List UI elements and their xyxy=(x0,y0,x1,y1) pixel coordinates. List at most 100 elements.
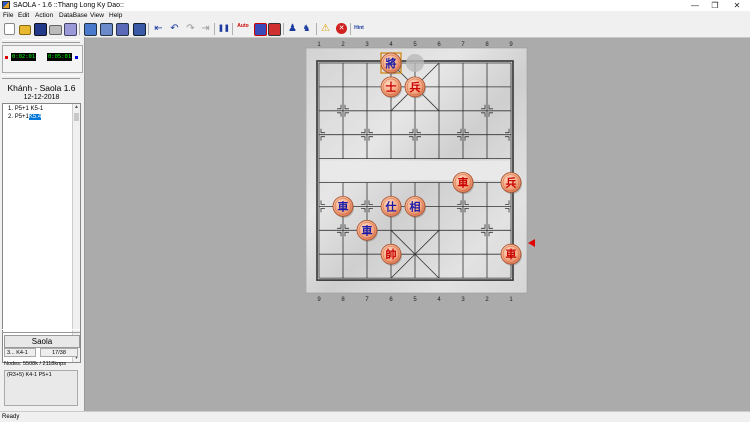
game-title: Khánh - Saola 1.6 xyxy=(7,83,76,93)
flip-board-icon[interactable] xyxy=(84,23,97,36)
last-move-icon[interactable]: ⇥ xyxy=(200,23,211,34)
red-clock-marker xyxy=(5,56,8,59)
file-label-top: 8 xyxy=(485,42,489,48)
menu-database[interactable]: DataBase xyxy=(59,11,88,21)
menu-action[interactable]: Action xyxy=(35,11,53,21)
toolbar-separator xyxy=(214,23,215,35)
first-move-icon[interactable]: ⇤ xyxy=(153,23,164,34)
stop-icon[interactable]: ✕ xyxy=(336,23,347,34)
black-move[interactable]: K5-1 xyxy=(31,106,44,112)
last-move-ghost xyxy=(406,54,424,72)
engine-progress: 17/38 xyxy=(40,348,78,357)
file-label-top: 3 xyxy=(365,42,369,48)
window-title: SAOLA - 1.6 ::Thang Long Ky Dao:: xyxy=(13,2,124,9)
engine-move-box: 3... K4-1 xyxy=(4,348,36,357)
river xyxy=(320,160,510,181)
piece-label: 車 xyxy=(458,176,469,190)
move-number: 1. xyxy=(8,106,14,112)
settings-icon[interactable] xyxy=(64,23,77,36)
engine-current-move: K4-1 xyxy=(16,350,28,356)
scroll-up-icon[interactable]: ▲ xyxy=(73,104,80,111)
hint-button[interactable]: Hint xyxy=(352,23,366,34)
red-move[interactable]: P5+1 xyxy=(15,114,29,120)
menu-file[interactable]: File xyxy=(3,11,13,21)
file-label-bottom: 9 xyxy=(317,297,321,303)
piece-label: 車 xyxy=(506,247,517,261)
file-label-bottom: 2 xyxy=(485,297,489,303)
print-icon[interactable] xyxy=(49,25,62,35)
piece-label: 兵 xyxy=(506,176,517,190)
selected-black-move[interactable]: K5.4 xyxy=(28,114,42,120)
piece-label: 兵 xyxy=(410,80,421,94)
monitor-icon[interactable] xyxy=(133,23,146,36)
toolbar-separator xyxy=(283,23,284,35)
toolbar: ⇤ ↶ ↷ ⇥ ❚❚ Auto ♟ ♞ ⚠ ✕ Hint xyxy=(0,21,750,38)
engine-name: Saola xyxy=(4,335,80,348)
search-icon[interactable] xyxy=(100,23,113,36)
auto-play-button[interactable]: Auto xyxy=(236,23,250,34)
scroll-thumb[interactable] xyxy=(74,113,79,121)
toolbar-separator xyxy=(350,23,351,35)
maximize-button[interactable]: ❐ xyxy=(704,0,726,11)
piece-label: 相 xyxy=(410,199,421,213)
warning-icon[interactable]: ⚠ xyxy=(320,23,331,34)
side-to-move-indicator xyxy=(528,239,535,247)
pause-icon[interactable]: ❚❚ xyxy=(218,23,230,34)
game-date: 12-12-2018 xyxy=(23,94,60,101)
toolbar-separator xyxy=(79,23,80,35)
file-label-bottom: 7 xyxy=(365,297,369,303)
file-label-bottom: 1 xyxy=(509,297,513,303)
engine-nodes: Nodes: 5508k / 2118knps xyxy=(4,361,66,367)
undo-icon[interactable]: ↶ xyxy=(169,23,180,34)
panel-grip[interactable] xyxy=(2,39,80,43)
file-label-top: 7 xyxy=(461,42,465,48)
move-row[interactable]: 2. P5+1K5.4 xyxy=(8,113,42,121)
black-clock: 0:05:01 xyxy=(47,53,73,61)
toolbar-separator xyxy=(316,23,317,35)
piece-label: 士 xyxy=(386,80,397,94)
open-folder-icon[interactable] xyxy=(19,25,31,35)
new-file-icon[interactable] xyxy=(4,23,15,35)
minimize-button[interactable]: — xyxy=(684,0,706,11)
person-icon[interactable]: ♟ xyxy=(287,23,298,34)
status-bar: Ready xyxy=(0,411,750,422)
panel-grip[interactable] xyxy=(2,75,80,79)
red-clock: 0:02:01 xyxy=(11,53,37,61)
engine-icon[interactable] xyxy=(254,23,267,36)
move-row[interactable]: 1. P5+1 K5-1 xyxy=(8,105,43,113)
moves-list[interactable]: 1. P5+1 K5-1 2. P5+1K5.4 ▲ ▼ xyxy=(2,103,81,363)
status-text: Ready xyxy=(2,414,20,420)
title-bar: SAOLA - 1.6 ::Thang Long Ky Dao:: — ❐ ✕ xyxy=(0,0,750,11)
file-label-top: 9 xyxy=(509,42,513,48)
redo-icon[interactable]: ↷ xyxy=(185,23,196,34)
menu-edit[interactable]: Edit xyxy=(18,11,29,21)
piece-label: 車 xyxy=(338,199,349,213)
engine-move-number: 3... xyxy=(7,350,15,356)
panel-grip[interactable] xyxy=(2,329,80,333)
engine-pv: (R3+5) K4-1 P5+1 xyxy=(4,370,78,406)
menu-help[interactable]: Help xyxy=(109,11,122,21)
left-panel: 0:02:01 0:05:01 Khánh - Saola 1.6 12-12-… xyxy=(0,37,85,411)
move-number: 2. xyxy=(8,114,14,120)
close-window-button[interactable]: ✕ xyxy=(726,0,748,11)
red-move[interactable]: P5+1 xyxy=(15,106,29,112)
xiangqi-board[interactable]: 1 2 3 4 5 6 7 8 99 8 7 6 5 4 3 2 1 將士 兵車 兵車仕相車帥車 xyxy=(306,37,538,309)
file-label-bottom: 3 xyxy=(461,297,465,303)
copy-icon[interactable] xyxy=(116,23,129,36)
file-label-top: 5 xyxy=(413,42,417,48)
toolbar-separator xyxy=(232,23,233,35)
toolbar-separator xyxy=(148,23,149,35)
save-icon[interactable] xyxy=(34,23,47,36)
file-label-top: 6 xyxy=(437,42,441,48)
computer-icon[interactable]: ♞ xyxy=(301,23,312,34)
menu-bar: File Edit Action DataBase View Help xyxy=(0,11,750,21)
book-icon[interactable] xyxy=(268,23,281,36)
file-label-top: 4 xyxy=(389,42,393,48)
menu-view[interactable]: View xyxy=(90,11,104,21)
black-clock-marker xyxy=(75,56,78,59)
file-label-bottom: 6 xyxy=(389,297,393,303)
app-icon xyxy=(2,1,10,9)
piece-label: 仕 xyxy=(385,199,397,213)
moves-scrollbar[interactable]: ▲ ▼ xyxy=(72,104,80,362)
piece-label: 車 xyxy=(362,223,373,237)
